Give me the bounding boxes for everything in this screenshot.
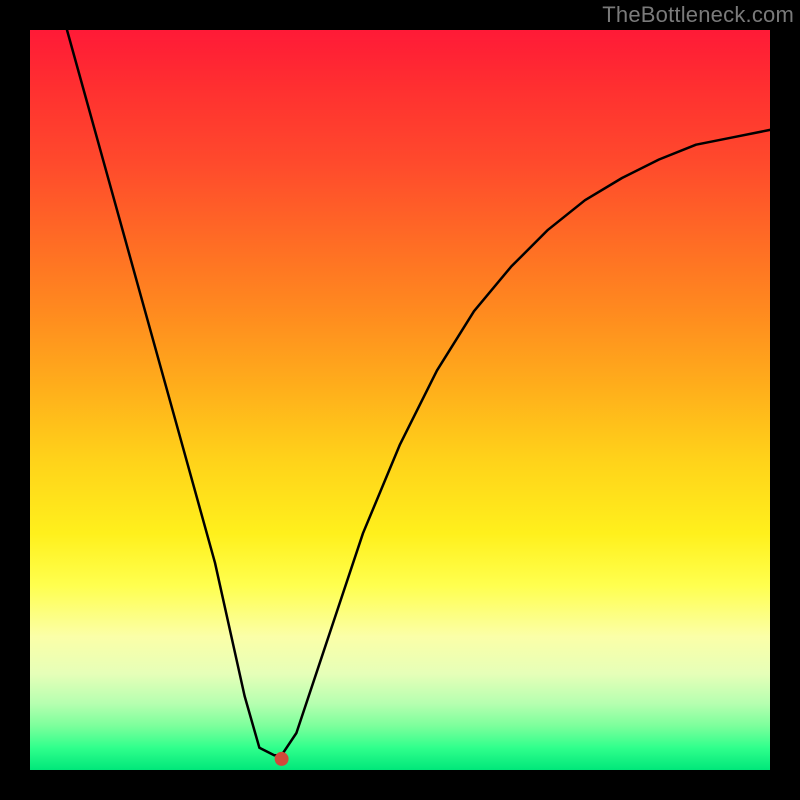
plot-area xyxy=(30,30,770,770)
minimum-marker xyxy=(275,752,289,766)
attribution-label: TheBottleneck.com xyxy=(602,2,794,28)
curve-svg xyxy=(30,30,770,770)
bottleneck-curve xyxy=(67,30,770,755)
chart-frame: TheBottleneck.com xyxy=(0,0,800,800)
